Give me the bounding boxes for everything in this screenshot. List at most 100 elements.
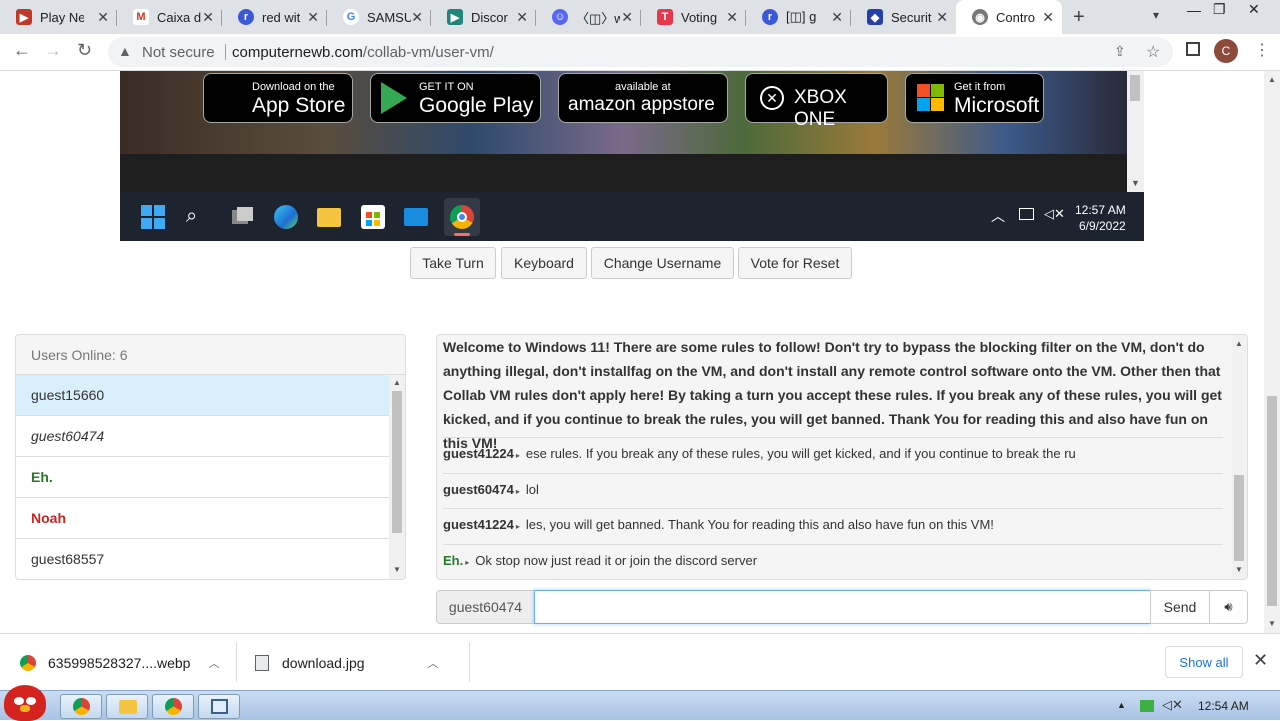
menu-icon[interactable]: ⋮ xyxy=(1254,40,1270,60)
chevron-down-icon[interactable]: ▼ xyxy=(1131,178,1140,188)
host-clock[interactable]: 12:54 AM xyxy=(1198,699,1249,713)
tab-1[interactable]: M Caixa d ✕ xyxy=(117,0,222,34)
vm-scroll-thumb[interactable] xyxy=(1130,75,1140,101)
change-username-button[interactable]: Change Username xyxy=(591,247,734,279)
tab-9-active[interactable]: ◉ Contro ✕ xyxy=(956,0,1062,34)
close-icon[interactable]: ✕ xyxy=(516,9,528,25)
user-item[interactable]: Noah xyxy=(16,498,389,539)
host-chrome-button-2[interactable] xyxy=(152,694,194,719)
chevron-up-icon[interactable]: ▲ xyxy=(1235,339,1243,348)
minimize-icon[interactable]: — xyxy=(1187,2,1201,18)
profile-avatar[interactable]: C xyxy=(1214,39,1238,63)
search-icon[interactable]: ⌕ xyxy=(186,205,210,229)
page-scrollbar[interactable]: ▲ ▼ xyxy=(1264,71,1280,633)
close-icon[interactable]: ✕ xyxy=(726,9,738,25)
volume-muted-icon[interactable]: ◁✕ xyxy=(1044,206,1065,222)
chat-username[interactable]: guest41224 xyxy=(443,446,514,461)
bookmark-star-icon[interactable]: ☆ xyxy=(1146,42,1160,62)
url-text[interactable]: computernewb.com/collab-vm/user-vm/ xyxy=(232,44,494,61)
chat-username[interactable]: Eh. xyxy=(443,553,463,568)
host-window-button[interactable] xyxy=(198,694,240,719)
chevron-up-icon[interactable]: ︿ xyxy=(208,655,219,671)
host-chrome-button[interactable] xyxy=(60,694,102,719)
chat-username[interactable]: guest41224 xyxy=(443,517,514,532)
chevron-down-icon[interactable]: ▾ xyxy=(1153,8,1159,22)
chat-input[interactable] xyxy=(534,590,1151,624)
close-icon[interactable]: ✕ xyxy=(831,9,843,25)
close-icon[interactable]: ✕ xyxy=(202,9,214,25)
take-turn-button[interactable]: Take Turn xyxy=(410,247,496,279)
not-secure-label[interactable]: Not secure xyxy=(142,44,215,61)
chrome-active-slot[interactable] xyxy=(444,198,480,236)
keyboard-button[interactable]: Keyboard xyxy=(501,247,587,279)
user-item[interactable]: guest68557 xyxy=(16,539,389,579)
tab-8[interactable]: ◆ Securit ✕ xyxy=(851,0,956,34)
chevron-down-icon[interactable]: ▼ xyxy=(1268,619,1276,628)
user-item[interactable]: guest60474 xyxy=(16,416,389,457)
close-icon[interactable]: ✕ xyxy=(1253,650,1268,671)
share-icon[interactable]: ⇪ xyxy=(1114,43,1126,60)
store-icon[interactable] xyxy=(361,205,385,229)
vm-scrollbar[interactable]: ▼ xyxy=(1127,71,1144,192)
google-play-badge[interactable]: GET IT ON Google Play xyxy=(370,73,541,123)
tab-5[interactable]: ☺ 〈◫〉w ✕ xyxy=(536,0,641,34)
chat-username[interactable]: guest60474 xyxy=(443,482,514,497)
users-scrollbar[interactable]: ▲ ▼ xyxy=(389,375,405,579)
windows-start-icon[interactable] xyxy=(141,205,165,229)
vm-screen[interactable]: Download on the App Store GET IT ON Goog… xyxy=(120,71,1144,241)
forward-icon[interactable]: → xyxy=(44,40,62,61)
amazon-appstore-badge[interactable]: available at amazon appstore xyxy=(558,73,728,123)
reload-icon[interactable]: ↻ xyxy=(77,40,92,61)
edge-icon[interactable] xyxy=(274,205,298,229)
close-icon[interactable]: ✕ xyxy=(936,9,948,25)
vote-reset-button[interactable]: Vote for Reset xyxy=(738,247,852,279)
network-icon[interactable] xyxy=(1019,208,1034,220)
send-button[interactable]: Send xyxy=(1150,590,1210,624)
close-icon[interactable]: ✕ xyxy=(307,9,319,25)
xbox-one-badge[interactable]: ✕ XBOX ONE xyxy=(745,73,888,130)
microsoft-store-badge[interactable]: Get it from Microsoft xyxy=(905,73,1044,123)
tab-7[interactable]: r [◫] g ✕ xyxy=(746,0,851,34)
volume-button[interactable]: 🔊︎ xyxy=(1209,590,1248,624)
tab-0[interactable]: ▶ Play Ne ✕ xyxy=(0,0,117,34)
angry-bird-start-icon[interactable] xyxy=(4,685,46,721)
new-tab-icon[interactable]: + xyxy=(1073,6,1085,29)
user-item[interactable]: Eh. xyxy=(16,457,389,498)
chevron-down-icon[interactable]: ▼ xyxy=(1235,565,1243,574)
chevron-up-icon[interactable]: ︿ xyxy=(991,206,1005,226)
download-item[interactable]: download.jpg ︿ xyxy=(255,634,439,691)
tab-2[interactable]: r red wit ✕ xyxy=(222,0,327,34)
users-scroll-thumb[interactable] xyxy=(392,391,402,533)
tray-green-icon[interactable] xyxy=(1140,700,1154,712)
close-window-icon[interactable]: ✕ xyxy=(1248,1,1260,18)
page-scroll-thumb[interactable] xyxy=(1267,396,1277,606)
tab-4[interactable]: ▶ Discor ✕ xyxy=(431,0,536,34)
user-item[interactable]: guest15660 xyxy=(16,375,389,416)
restore-icon[interactable]: ❐ xyxy=(1213,1,1226,18)
chevron-up-icon[interactable]: ▲ xyxy=(1268,75,1276,84)
chevron-down-icon[interactable]: ▼ xyxy=(393,565,401,574)
close-icon[interactable]: ✕ xyxy=(1042,9,1054,25)
show-all-button[interactable]: Show all xyxy=(1165,646,1243,678)
chevron-up-icon[interactable]: ▲ xyxy=(1117,700,1126,710)
chat-scroll-thumb[interactable] xyxy=(1234,475,1244,561)
task-view-icon[interactable] xyxy=(230,205,254,229)
close-icon[interactable]: ✕ xyxy=(97,9,109,25)
close-icon[interactable]: ✕ xyxy=(621,9,633,25)
download-item[interactable]: 635998528327....webp ︿ xyxy=(20,634,219,691)
volume-muted-icon[interactable]: ◁✕ xyxy=(1162,697,1183,713)
mail-icon[interactable] xyxy=(404,208,428,226)
host-explorer-button[interactable] xyxy=(106,694,148,719)
side-panel-icon[interactable] xyxy=(1186,42,1200,56)
tab-6[interactable]: T Voting ✕ xyxy=(641,0,746,34)
close-icon[interactable]: ✕ xyxy=(411,9,423,25)
chevron-up-icon[interactable]: ▲ xyxy=(393,378,401,387)
vm-clock[interactable]: 12:57 AM 6/9/2022 xyxy=(1075,202,1126,234)
file-explorer-icon[interactable] xyxy=(317,208,341,227)
back-icon[interactable]: ← xyxy=(13,40,31,61)
warning-icon[interactable]: ▲ xyxy=(118,43,132,59)
chevron-up-icon[interactable]: ︿ xyxy=(428,655,439,671)
tab-3[interactable]: G SAMSU ✕ xyxy=(327,0,431,34)
chat-scrollbar[interactable]: ▲ ▼ xyxy=(1232,335,1247,579)
app-store-badge[interactable]: Download on the App Store xyxy=(203,73,353,123)
